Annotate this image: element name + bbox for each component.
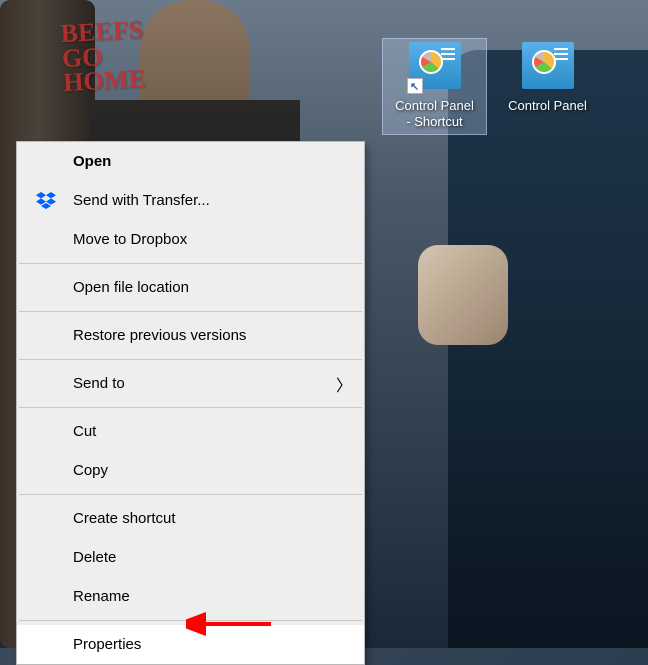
chevron-right-icon: 〉 (336, 372, 352, 396)
desktop-icon-area: Control Panel - Shortcut Control Panel (382, 38, 600, 135)
dropbox-icon (35, 192, 57, 210)
menu-item-label: Send to (73, 375, 125, 392)
desktop-icon-label: Control Panel - Shortcut (395, 98, 474, 131)
menu-item-cut[interactable]: Cut (17, 412, 364, 451)
desktop-icon-label: Control Panel (508, 98, 587, 114)
menu-item-move-to-dropbox[interactable]: Move to Dropbox (17, 220, 364, 259)
menu-item-label: Delete (73, 549, 116, 566)
menu-item-label: Cut (73, 423, 96, 440)
menu-item-send-with-transfer[interactable]: Send with Transfer... (17, 181, 364, 220)
menu-item-delete[interactable]: Delete (17, 538, 364, 577)
menu-item-label: Restore previous versions (73, 327, 246, 344)
menu-item-open-file-location[interactable]: Open file location (17, 268, 364, 307)
menu-separator (19, 620, 362, 621)
menu-item-label: Open file location (73, 279, 189, 296)
menu-separator (19, 407, 362, 408)
desktop-icon-control-panel-shortcut[interactable]: Control Panel - Shortcut (382, 38, 487, 135)
menu-item-create-shortcut[interactable]: Create shortcut (17, 499, 364, 538)
menu-separator (19, 311, 362, 312)
menu-item-copy[interactable]: Copy (17, 451, 364, 490)
menu-item-properties[interactable]: Properties (17, 625, 364, 664)
menu-item-label: Move to Dropbox (73, 231, 187, 248)
menu-item-rename[interactable]: Rename (17, 577, 364, 616)
control-panel-icon (522, 42, 574, 94)
menu-item-open[interactable]: Open (17, 142, 364, 181)
menu-item-restore-previous-versions[interactable]: Restore previous versions (17, 316, 364, 355)
menu-item-send-to[interactable]: Send to 〉 (17, 364, 364, 403)
menu-separator (19, 263, 362, 264)
menu-separator (19, 359, 362, 360)
menu-item-label: Open (73, 153, 111, 170)
menu-item-label: Create shortcut (73, 510, 176, 527)
context-menu: Open Send with Transfer... Move to Dropbox… (16, 141, 365, 665)
desktop-icon-control-panel[interactable]: Control Panel (495, 38, 600, 135)
menu-separator (19, 494, 362, 495)
menu-item-label: Copy (73, 462, 108, 479)
control-panel-icon (409, 42, 461, 94)
menu-item-label: Send with Transfer... (73, 192, 210, 209)
menu-item-label: Properties (73, 636, 141, 653)
shortcut-arrow-icon (407, 78, 423, 94)
menu-item-label: Rename (73, 588, 130, 605)
wallpaper-graffiti-text: BEEFS GO HOME (60, 18, 146, 96)
